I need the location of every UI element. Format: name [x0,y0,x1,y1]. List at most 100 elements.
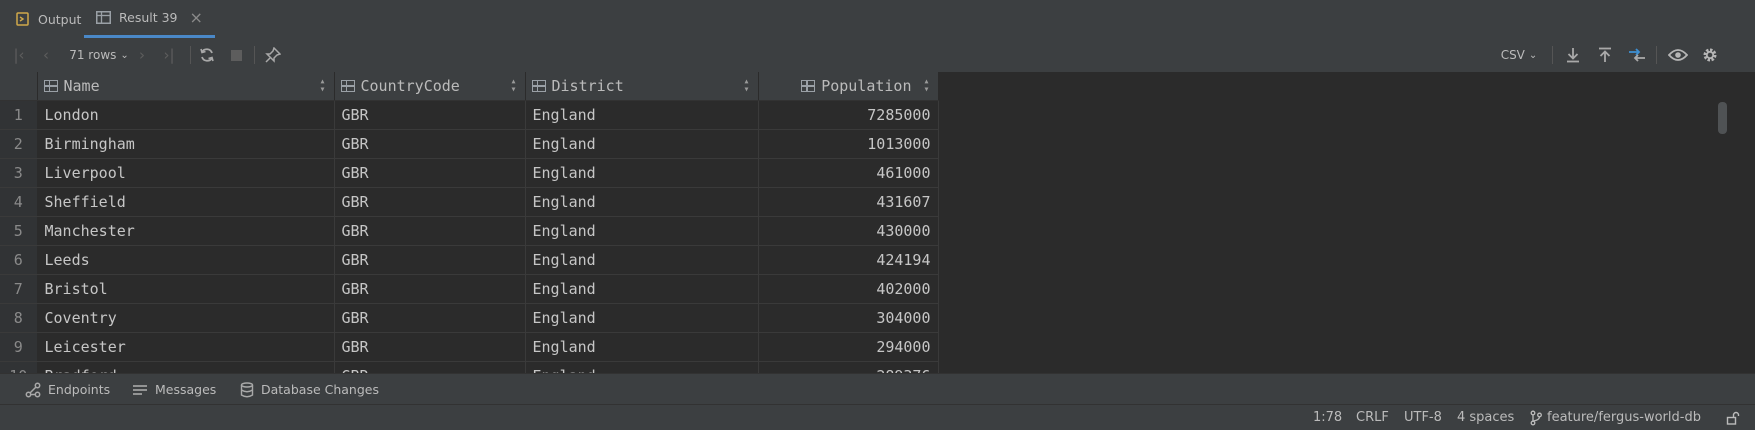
cell-population[interactable]: 304000 [758,303,939,333]
next-page-icon[interactable]: › [132,38,152,72]
table-row[interactable]: 1 London GBR England 7285000 [0,100,939,130]
cell-name[interactable]: Liverpool [37,158,335,188]
result-table: Name ▴ ▾ CountryCode ▴ ▾ District ▴ ▾ Populati… [0,72,939,373]
table-row[interactable]: 8 Coventry GBR England 304000 [0,303,939,333]
cell-name[interactable]: Leicester [37,332,335,362]
tab-messages[interactable]: Messages [132,374,216,405]
cell-countrycode[interactable]: GBR [334,361,526,373]
database-icon [240,381,254,397]
git-branch-icon [1530,410,1542,425]
tab-database-changes[interactable]: Database Changes [240,374,379,405]
sort-icon[interactable]: ▴ ▾ [923,77,929,95]
cell-district[interactable]: England [525,216,759,246]
cell-population[interactable]: 7285000 [758,100,939,130]
cell-population[interactable]: 431607 [758,187,939,217]
sort-icon[interactable]: ▴ ▾ [510,77,516,95]
caret-position[interactable]: 1:78 [1313,405,1342,430]
table-row[interactable]: 9 Leicester GBR England 294000 [0,332,939,362]
table-row[interactable]: 6 Leeds GBR England 424194 [0,245,939,275]
tab-endpoints[interactable]: Endpoints [25,374,110,405]
table-row[interactable]: 5 Manchester GBR England 430000 [0,216,939,246]
cell-name[interactable]: Coventry [37,303,335,333]
cell-countrycode[interactable]: GBR [334,158,526,188]
table-row[interactable]: 10BradfordGBREngland289376 [0,361,939,373]
table-row[interactable]: 7 Bristol GBR England 402000 [0,274,939,304]
lock-icon[interactable] [1726,405,1740,430]
row-number: 5 [0,216,38,246]
table-row[interactable]: 3 Liverpool GBR England 461000 [0,158,939,188]
table-row[interactable]: 2 Birmingham GBR England 1013000 [0,129,939,159]
cell-district[interactable]: England [525,361,759,373]
view-icon[interactable] [1666,38,1690,72]
column-icon [43,80,58,92]
cell-district[interactable]: England [525,158,759,188]
cell-countrycode[interactable]: GBR [334,216,526,246]
cell-district[interactable]: England [525,332,759,362]
export-format-dropdown[interactable]: CSV ⌄ [1496,38,1542,72]
column-header-district[interactable]: District ▴ ▾ [525,72,759,101]
scrollbar-thumb[interactable] [1718,102,1727,134]
close-icon[interactable]: × [190,8,203,27]
encoding-selector[interactable]: UTF-8 [1404,405,1442,430]
cell-district[interactable]: England [525,245,759,275]
cell-district[interactable]: England [525,303,759,333]
encoding-label: UTF-8 [1404,410,1442,425]
chevron-down-icon: ⌄ [1528,49,1538,61]
row-number: 2 [0,129,38,159]
rows-count-dropdown[interactable]: 71 rows ⌄ [66,38,132,72]
cell-population[interactable]: 1013000 [758,129,939,159]
cell-countrycode[interactable]: GBR [334,274,526,304]
cell-population[interactable]: 461000 [758,158,939,188]
sort-icon[interactable]: ▴ ▾ [319,77,325,95]
cell-name[interactable]: Birmingham [37,129,335,159]
cell-name[interactable]: London [37,100,335,130]
cell-population[interactable]: 402000 [758,274,939,304]
table-row[interactable]: 4 Sheffield GBR England 431607 [0,187,939,217]
cell-countrycode[interactable]: GBR [334,245,526,275]
column-header-name[interactable]: Name ▴ ▾ [37,72,335,101]
last-page-icon[interactable]: ›| [158,38,180,72]
stop-icon[interactable] [226,38,246,72]
indent-label: 4 spaces [1457,410,1515,425]
tab-output[interactable]: Output [16,0,81,38]
column-icon [340,80,355,92]
tab-result-label: Result 39 [119,10,178,25]
upload-icon[interactable] [1594,38,1616,72]
cell-name[interactable]: Manchester [37,216,335,246]
cell-district[interactable]: England [525,274,759,304]
previous-page-icon[interactable]: ‹ [36,38,56,72]
first-page-icon[interactable]: |‹ [8,38,30,72]
cell-countrycode[interactable]: GBR [334,100,526,130]
cell-countrycode[interactable]: GBR [334,303,526,333]
cell-population[interactable]: 424194 [758,245,939,275]
sort-icon[interactable]: ▴ ▾ [743,77,749,95]
cell-population[interactable]: 294000 [758,332,939,362]
download-icon[interactable] [1562,38,1584,72]
vertical-scrollbar[interactable] [1715,72,1731,373]
pin-icon[interactable] [262,38,284,72]
git-branch-label: feature/fergus-world-db [1547,410,1701,425]
cell-countrycode[interactable]: GBR [334,129,526,159]
cell-name[interactable]: Sheffield [37,187,335,217]
tab-result-39[interactable]: Result 39 × [84,0,215,38]
gear-icon[interactable] [1698,38,1722,72]
cell-countrycode[interactable]: GBR [334,332,526,362]
refresh-icon[interactable] [196,38,218,72]
cell-countrycode[interactable]: GBR [334,187,526,217]
git-branch-widget[interactable]: feature/fergus-world-db [1530,405,1701,430]
cell-name[interactable]: Bristol [37,274,335,304]
indent-selector[interactable]: 4 spaces [1457,405,1514,430]
line-ending-selector[interactable]: CRLF [1356,405,1389,430]
cell-population[interactable]: 289376 [758,361,939,373]
cell-name[interactable]: Leeds [37,245,335,275]
column-header-countrycode[interactable]: CountryCode ▴ ▾ [334,72,526,101]
row-number-header [0,72,38,101]
row-number: 1 [0,100,38,130]
compare-icon[interactable] [1626,38,1648,72]
column-header-population[interactable]: Population ▴ ▾ [758,72,939,101]
cell-population[interactable]: 430000 [758,216,939,246]
cell-district[interactable]: England [525,187,759,217]
cell-name[interactable]: Bradford [37,361,335,373]
cell-district[interactable]: England [525,129,759,159]
cell-district[interactable]: England [525,100,759,130]
